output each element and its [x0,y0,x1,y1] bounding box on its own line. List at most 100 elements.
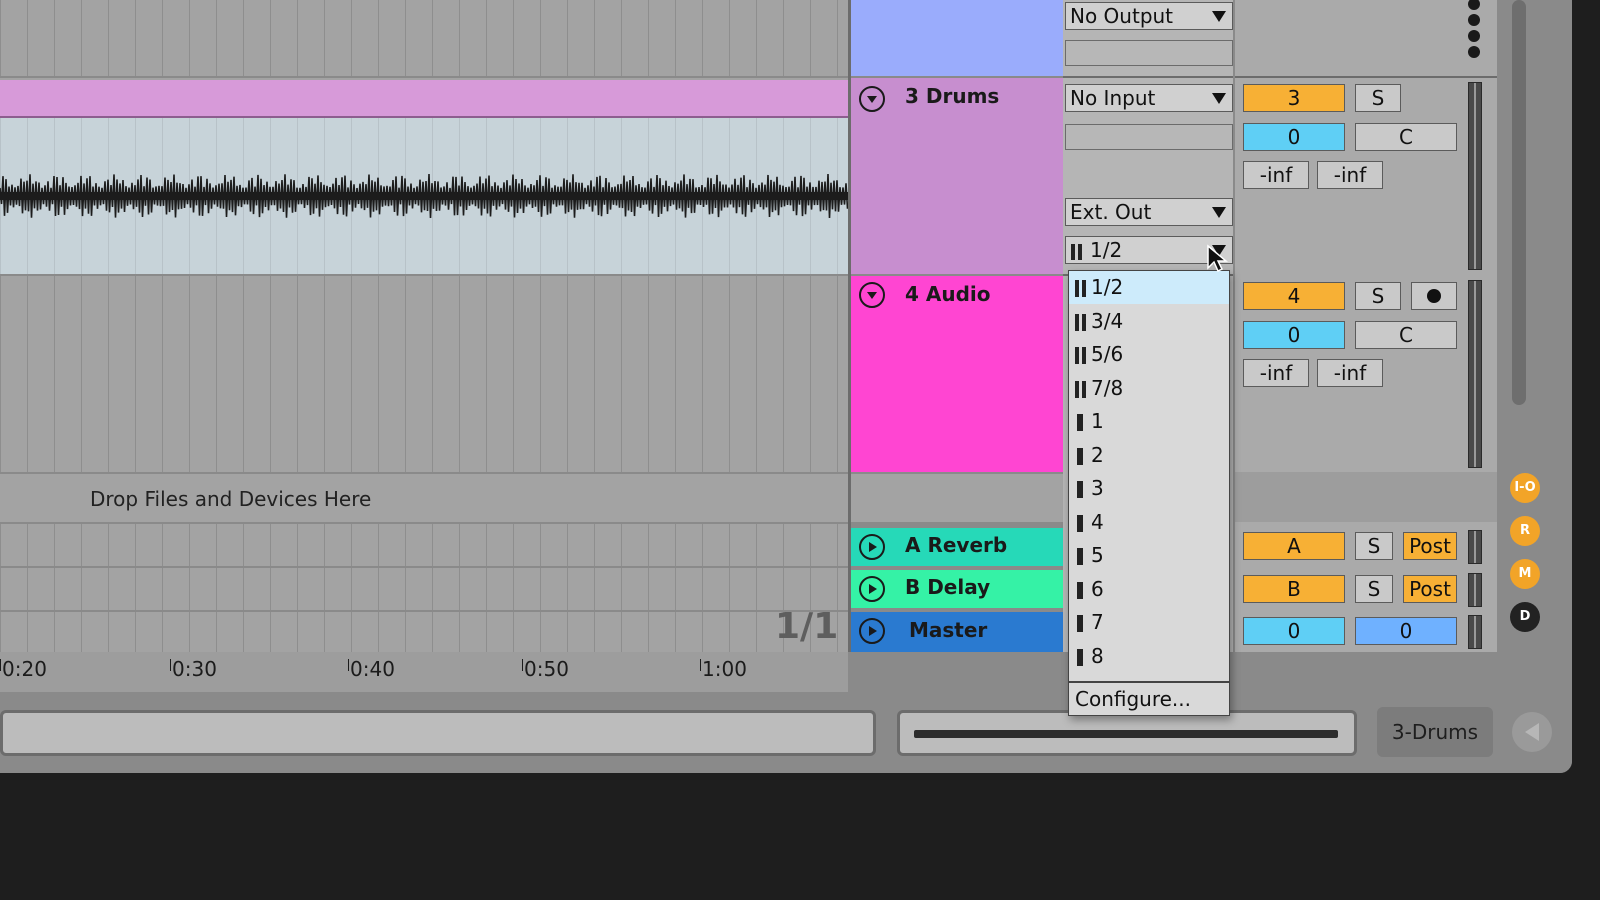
output-type-dropdown[interactable]: No Output [1065,2,1233,30]
waveform [0,173,848,219]
input-channel-field[interactable] [1065,124,1233,150]
chevron-down-icon [1212,207,1226,218]
channel-menu-item[interactable]: 7/8 [1069,372,1229,405]
menu-item-label: 8 [1091,643,1104,668]
arrangement-lane-top[interactable] [0,0,848,76]
play-icon[interactable] [859,618,885,644]
menu-item-label: 3 [1091,476,1104,500]
ableton-window: Drop Files and Devices Here 1/1 0:20 0:3… [0,0,1572,773]
channel-menu-item[interactable]: 1/2 [1069,271,1229,304]
separator [1235,76,1497,78]
track-activator-button[interactable]: 3 [1243,84,1345,112]
volume-field[interactable]: 0 [1243,321,1345,349]
channel-menu-item[interactable]: 8 [1069,640,1229,673]
output-type-dropdown[interactable]: Ext. Out [1065,198,1233,226]
track-header-top[interactable] [851,0,1063,76]
mono-icon [1077,447,1083,465]
arrangement-lane-master[interactable] [0,612,848,652]
chevron-down-icon [1212,11,1226,22]
mono-icon [1077,648,1083,666]
drums-clip-waveform[interactable] [0,118,848,274]
peak-right[interactable]: -inf [1317,359,1383,387]
dropdown-value: 1/2 [1090,238,1123,262]
channel-menu-item[interactable]: 7 [1069,606,1229,639]
fold-toggle-icon[interactable] [859,282,885,308]
mixer-toggle-button[interactable]: M [1510,559,1540,589]
channel-dropdown-menu: 1/2 3/4 5/6 7/8 1 2 3 4 5 6 7 8 Configure... [1068,270,1230,716]
more-dots-icon[interactable] [1466,0,1482,62]
post-button[interactable]: Post [1403,532,1457,560]
peak-left[interactable]: -inf [1243,161,1309,189]
channel-menu-item[interactable]: 5/6 [1069,338,1229,371]
return-activator-button[interactable]: A [1243,532,1345,560]
fold-toggle-icon[interactable] [859,86,885,112]
track-header-drums[interactable]: 3 Drums [851,78,1063,274]
solo-button[interactable]: S [1355,282,1401,310]
overview-strip[interactable] [897,710,1357,756]
chevron-down-icon [1212,93,1226,104]
mouse-cursor-icon [1207,244,1228,273]
play-icon[interactable] [859,576,885,602]
channel-menu-item[interactable]: 5 [1069,539,1229,572]
arrangement-lane-delay[interactable] [0,568,848,610]
post-button[interactable]: Post [1403,575,1457,603]
channel-menu-item[interactable]: 2 [1069,439,1229,472]
peak-left[interactable]: -inf [1243,359,1309,387]
vertical-scrollbar[interactable] [1512,0,1526,405]
peak-right[interactable]: -inf [1317,161,1383,189]
arrangement-lane-reverb[interactable] [0,524,848,566]
mono-icon [1077,581,1083,599]
solo-button[interactable]: S [1355,532,1393,560]
dropdown-value: No Output [1070,4,1174,28]
level-meter [1468,82,1482,270]
delay-toggle-button[interactable]: D [1510,602,1540,632]
mono-icon [1077,615,1083,632]
pan-field[interactable]: C [1355,123,1457,151]
track-activator-button[interactable]: 4 [1243,282,1345,310]
channel-menu-item[interactable]: 6 [1069,573,1229,606]
output-channel-field[interactable] [1065,40,1233,66]
right-strip [1497,0,1572,700]
level-meter [1468,615,1482,649]
horizontal-scrollbar[interactable] [0,710,876,756]
channel-menu-item[interactable]: 4 [1069,506,1229,539]
configure-menu-item[interactable]: Configure... [1069,681,1229,715]
track-header-audio[interactable]: 4 Audio [851,276,1063,472]
dropdown-value: No Input [1070,86,1156,110]
mono-icon [1077,414,1083,431]
drums-clip-header[interactable] [0,80,848,118]
play-icon[interactable] [859,534,885,560]
mono-icon [1077,514,1083,532]
mono-icon [1077,548,1083,565]
solo-button[interactable]: S [1355,575,1393,603]
track-header-master[interactable]: Master [851,612,1063,652]
cue-volume-field[interactable]: 0 [1355,617,1457,645]
menu-item-label: 1/2 [1091,275,1124,299]
arm-record-button[interactable] [1411,282,1457,310]
level-meter [1468,573,1482,607]
returns-toggle-button[interactable]: R [1510,516,1540,546]
input-type-dropdown[interactable]: No Input [1065,84,1233,112]
ruler-tick: 0:40 [348,657,395,681]
io-toggle-button[interactable]: I-O [1510,473,1540,503]
track-name: 3 Drums [905,84,1000,108]
menu-item-label: 7 [1091,610,1104,634]
track-header-delay[interactable]: B Delay [851,570,1063,608]
triangle-left-icon [1525,723,1539,741]
channel-menu-item[interactable]: 3/4 [1069,305,1229,338]
menu-item-label: 4 [1091,509,1104,534]
arrangement-lane-audio[interactable] [0,276,848,472]
stereo-icon [1075,280,1086,297]
show-hide-button[interactable] [1512,712,1552,752]
track-header-reverb[interactable]: A Reverb [851,528,1063,566]
pan-field[interactable]: C [1355,321,1457,349]
solo-button[interactable]: S [1355,84,1401,112]
ruler-tick: 0:30 [170,657,217,681]
stereo-icon [1075,380,1086,398]
channel-menu-item[interactable]: 1 [1069,405,1229,438]
channel-menu-item[interactable]: 3 [1069,472,1229,505]
return-activator-button[interactable]: B [1243,575,1345,603]
master-volume-field[interactable]: 0 [1243,617,1345,645]
volume-field[interactable]: 0 [1243,123,1345,151]
loop-fraction: 1/1 [775,606,839,647]
